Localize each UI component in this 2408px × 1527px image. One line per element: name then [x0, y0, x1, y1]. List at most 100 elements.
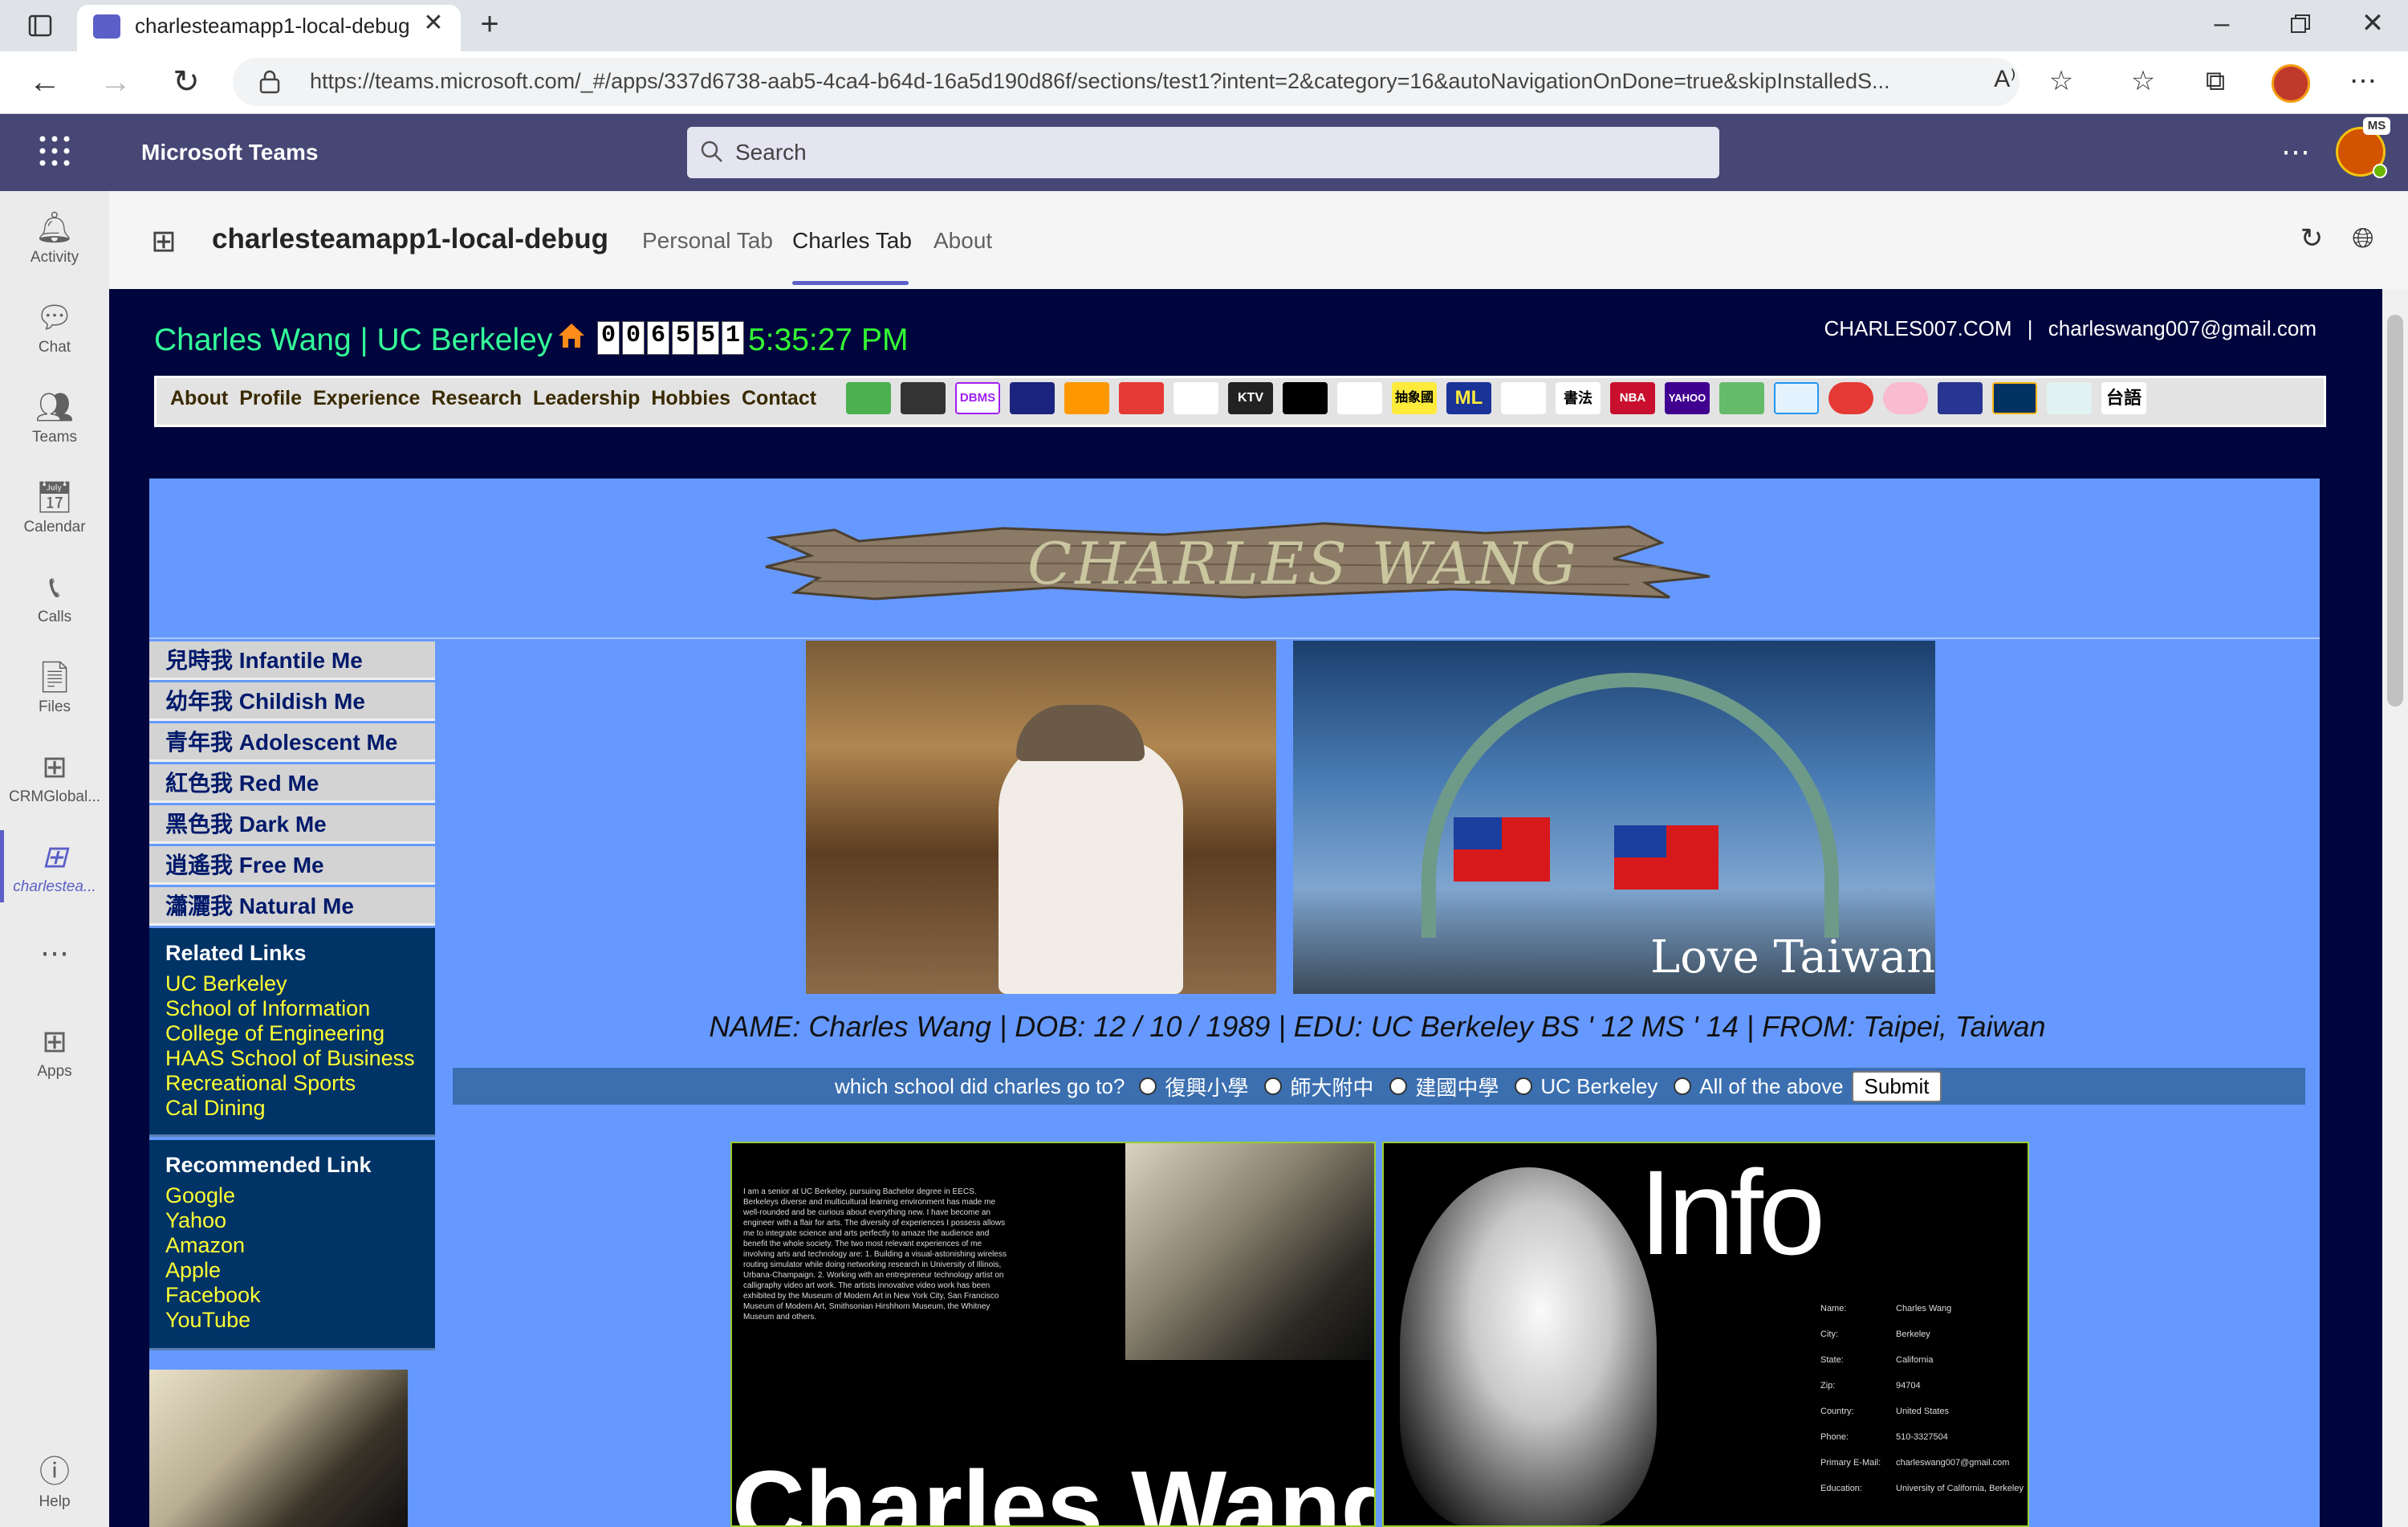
link-google[interactable]: Google: [165, 1183, 261, 1208]
waffle-icon[interactable]: [39, 135, 71, 167]
olympic-icon[interactable]: [1010, 382, 1055, 414]
minimize-icon[interactable]: –: [2206, 10, 2238, 39]
search-input[interactable]: Search: [735, 140, 807, 165]
cloud-icon[interactable]: [1774, 382, 1819, 414]
side-menu-childish[interactable]: 幼年我 Childish Me: [149, 682, 435, 721]
nav-profile[interactable]: Profile: [239, 387, 302, 410]
rail-chat[interactable]: 💬︎ Chat: [0, 297, 109, 356]
link-amazon[interactable]: Amazon: [165, 1233, 261, 1258]
android-icon[interactable]: [1283, 382, 1328, 414]
nav-leadership[interactable]: Leadership: [533, 387, 640, 410]
nav-research[interactable]: Research: [431, 387, 522, 410]
onepiece-icon[interactable]: [1173, 382, 1218, 414]
rail-apps[interactable]: ⊞ Apps: [0, 1021, 109, 1081]
option-label[interactable]: 師大附中: [1290, 1072, 1373, 1101]
map-icon[interactable]: [846, 382, 891, 414]
paw-icon[interactable]: [1501, 382, 1546, 414]
calligraphy-icon[interactable]: 書法: [1556, 382, 1601, 414]
avatar-icon[interactable]: [1938, 382, 1983, 414]
search-box[interactable]: [687, 127, 1719, 178]
dbms-icon[interactable]: DBMS: [955, 382, 1000, 414]
globe-icon[interactable]: 🌐︎: [2347, 225, 2379, 257]
close-window-icon[interactable]: ✕: [2357, 10, 2389, 42]
rail-activity[interactable]: 🔔︎ Activity: [0, 207, 109, 267]
link-haas[interactable]: HAAS School of Business: [165, 1046, 415, 1071]
more-options-icon[interactable]: ⋯: [2280, 135, 2312, 168]
pig-icon[interactable]: [1883, 382, 1928, 414]
illinois-icon[interactable]: [1064, 382, 1109, 414]
taiwanese-icon[interactable]: 台語: [2101, 382, 2146, 414]
submit-button[interactable]: Submit: [1851, 1070, 1942, 1102]
side-menu-adolescent[interactable]: 青年我 Adolescent Me: [149, 723, 435, 762]
header-domain-link[interactable]: CHARLES007.COM: [1824, 316, 2011, 340]
site-brand[interactable]: Charles Wang | UC Berkeley: [154, 323, 552, 358]
link-yahoo[interactable]: Yahoo: [165, 1208, 261, 1233]
cal-icon[interactable]: [1992, 382, 2037, 414]
rail-teams[interactable]: 👥︎ Teams: [0, 387, 109, 446]
radio-button[interactable]: [1515, 1077, 1533, 1095]
rail-calls[interactable]: 📞︎ Calls: [0, 567, 109, 626]
ktv-icon[interactable]: KTV: [1228, 382, 1273, 414]
tab-charles[interactable]: Charles Tab: [792, 228, 912, 254]
side-menu-dark[interactable]: 黑色我 Dark Me: [149, 805, 435, 844]
option-label[interactable]: 建國中學: [1415, 1072, 1499, 1101]
link-cal-dining[interactable]: Cal Dining: [165, 1096, 415, 1121]
side-menu-free[interactable]: 逍遙我 Free Me: [149, 846, 435, 885]
lock-icon[interactable]: [258, 69, 283, 95]
chameleon-icon[interactable]: [1719, 382, 1764, 414]
restore-icon[interactable]: [2289, 13, 2313, 37]
option-label[interactable]: UC Berkeley: [1540, 1074, 1658, 1099]
home-icon[interactable]: [555, 320, 588, 352]
scrollbar-thumb[interactable]: [2387, 315, 2403, 706]
rail-calendar[interactable]: 📅︎ Calendar: [0, 477, 109, 536]
add-favorite-icon[interactable]: ☆: [2045, 67, 2077, 100]
abstract-chinese-icon[interactable]: 抽象國文: [1392, 382, 1437, 414]
header-email-link[interactable]: charleswang007@gmail.com: [2048, 316, 2316, 340]
new-tab-icon[interactable]: +: [474, 8, 506, 40]
side-menu-red[interactable]: 紅色我 Red Me: [149, 764, 435, 803]
link-school-information[interactable]: School of Information: [165, 996, 415, 1021]
link-youtube[interactable]: YouTube: [165, 1308, 261, 1333]
link-apple[interactable]: Apple: [165, 1258, 261, 1283]
rail-crmglobal[interactable]: ⊞ CRMGlobal...: [0, 747, 109, 806]
nav-hobbies[interactable]: Hobbies: [651, 387, 730, 410]
profile-avatar[interactable]: [2272, 64, 2310, 103]
nav-contact[interactable]: Contact: [742, 387, 816, 410]
yahoo-weather-icon[interactable]: YAHOO: [1665, 382, 1710, 414]
link-college-engineering[interactable]: College of Engineering: [165, 1021, 415, 1046]
tab-actions-icon[interactable]: [24, 11, 56, 40]
read-aloud-icon[interactable]: A⁾: [1989, 67, 2021, 100]
rail-charlesteam[interactable]: ⊞ charlestea...: [0, 837, 109, 896]
reload-tab-icon[interactable]: ↻: [2296, 225, 2328, 257]
side-menu-infantile[interactable]: 兒時我 Infantile Me: [149, 641, 435, 680]
option-label[interactable]: All of the above: [1699, 1074, 1843, 1099]
ml-icon[interactable]: ML: [1446, 382, 1491, 414]
link-uc-berkeley[interactable]: UC Berkeley: [165, 971, 415, 996]
flags-icon[interactable]: [1119, 382, 1164, 414]
more-icon[interactable]: ⋯: [2347, 67, 2379, 100]
rail-more-icon[interactable]: ⋯: [0, 936, 109, 970]
grid-icon[interactable]: [901, 382, 946, 414]
collections-icon[interactable]: ⧉: [2199, 67, 2231, 100]
link-facebook[interactable]: Facebook: [165, 1283, 261, 1308]
rail-help[interactable]: ⓘ Help: [0, 1452, 109, 1511]
radio-button[interactable]: [1139, 1077, 1157, 1095]
refresh-icon[interactable]: ↻: [169, 66, 204, 101]
org-icon[interactable]: [2047, 382, 2092, 414]
radio-button[interactable]: [1389, 1077, 1408, 1095]
nav-about[interactable]: About: [170, 387, 228, 410]
tab-personal[interactable]: Personal Tab: [642, 228, 773, 254]
back-icon[interactable]: ←: [27, 66, 63, 101]
link-recsports[interactable]: Recreational Sports: [165, 1071, 415, 1096]
side-menu-natural[interactable]: 瀟灑我 Natural Me: [149, 887, 435, 926]
nav-experience[interactable]: Experience: [313, 387, 420, 410]
close-tab-icon[interactable]: ✕: [419, 11, 448, 40]
angry-bird-icon[interactable]: [1828, 382, 1873, 414]
tab-about[interactable]: About: [934, 228, 992, 254]
radio-button[interactable]: [1674, 1077, 1692, 1095]
favorites-icon[interactable]: ☆: [2127, 67, 2159, 100]
radio-button[interactable]: [1264, 1077, 1283, 1095]
url-text[interactable]: https://teams.microsoft.com/_#/apps/337d…: [310, 69, 1971, 94]
option-label[interactable]: 復興小學: [1165, 1072, 1248, 1101]
nba-icon[interactable]: NBA: [1610, 382, 1655, 414]
